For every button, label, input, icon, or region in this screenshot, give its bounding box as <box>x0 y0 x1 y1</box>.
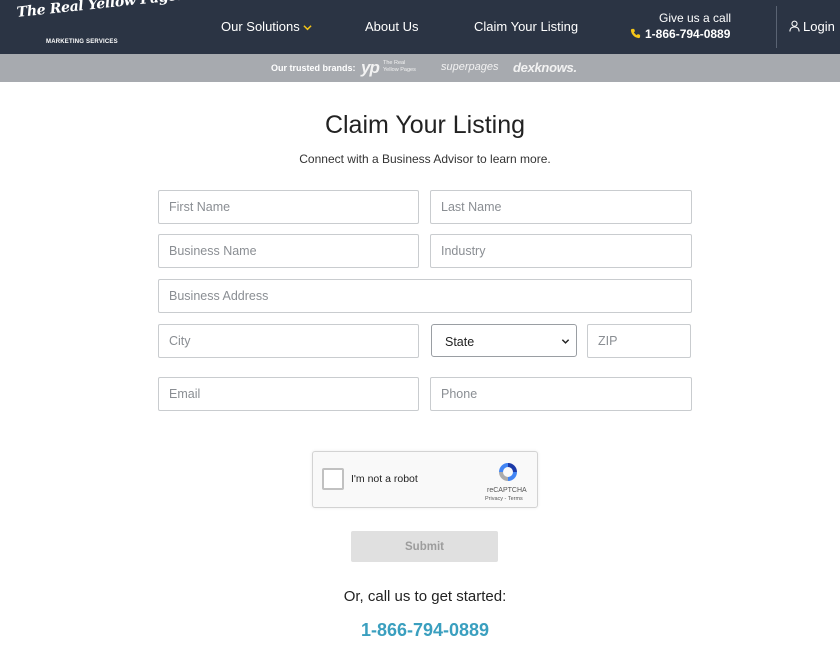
brand-yp-text: The Real Yellow Pages <box>383 60 416 74</box>
recaptcha-label: I'm not a robot <box>351 473 418 485</box>
recaptcha-logo-icon <box>499 463 517 481</box>
recaptcha-brand: reCAPTCHA <box>487 487 527 494</box>
login-link[interactable]: Login <box>789 19 835 34</box>
business-address-input[interactable] <box>158 279 692 313</box>
brand-yp-line2: Yellow Pages <box>383 67 416 73</box>
or-call-text: Or, call us to get started: <box>343 588 507 605</box>
last-name-input[interactable] <box>430 190 692 224</box>
trusted-brands-bar: Our trusted brands: yp The Real Yellow P… <box>0 54 840 82</box>
email-input[interactable] <box>158 377 419 411</box>
industry-input[interactable] <box>430 234 692 268</box>
recaptcha-widget: I'm not a robot reCAPTCHA Privacy - Term… <box>312 451 538 508</box>
page-subtitle: Connect with a Business Advisor to learn… <box>299 152 551 166</box>
phone-input[interactable] <box>430 377 692 411</box>
brand-yp-mark: yp <box>361 58 380 77</box>
recaptcha-privacy-terms-link[interactable]: Privacy - Terms <box>485 496 523 502</box>
top-navigation-bar: The Real Yellow Pages MARKETING SERVICES… <box>0 0 840 54</box>
nav-our-solutions-label: Our Solutions <box>221 19 300 34</box>
nav-about-us[interactable]: About Us <box>365 19 418 34</box>
state-select[interactable]: State <box>431 324 577 357</box>
brand-yp-logo[interactable]: yp The Real Yellow Pages <box>361 58 416 78</box>
nav-our-solutions[interactable]: Our Solutions <box>221 19 312 34</box>
page-title: Claim Your Listing <box>324 111 526 139</box>
brand-superpages-logo[interactable]: superpages <box>441 61 499 73</box>
state-select-value: State <box>445 335 475 349</box>
logo-subtitle: MARKETING SERVICES <box>46 39 118 45</box>
nav-claim-your-listing[interactable]: Claim Your Listing <box>474 19 578 34</box>
recaptcha-checkbox[interactable] <box>322 468 344 490</box>
header-phone-link[interactable]: 1-866-794-0889 <box>630 27 730 41</box>
chevron-down-icon <box>561 339 570 344</box>
business-name-input[interactable] <box>158 234 419 268</box>
brand-yp-line1: The Real <box>383 60 406 66</box>
first-name-input[interactable] <box>158 190 419 224</box>
phone-icon <box>630 28 641 39</box>
trusted-brands-label: Our trusted brands: <box>271 63 356 73</box>
city-input[interactable] <box>158 324 419 358</box>
user-icon <box>789 20 800 32</box>
call-label: Give us a call <box>659 11 732 25</box>
zip-input[interactable] <box>587 324 691 358</box>
chevron-down-icon <box>303 25 312 31</box>
brand-dexknows-logo[interactable]: dexknows. <box>513 60 577 75</box>
footer-phone-link[interactable]: 1-866-794-0889 <box>0 620 840 641</box>
header-phone-number: 1-866-794-0889 <box>645 27 731 41</box>
logo-script-text: The Real Yellow Pages <box>16 0 186 21</box>
submit-button[interactable]: Submit <box>351 531 498 562</box>
header-divider <box>776 6 777 48</box>
real-yellow-pages-logo[interactable]: The Real Yellow Pages MARKETING SERVICES <box>16 0 185 49</box>
login-label: Login <box>803 19 835 34</box>
